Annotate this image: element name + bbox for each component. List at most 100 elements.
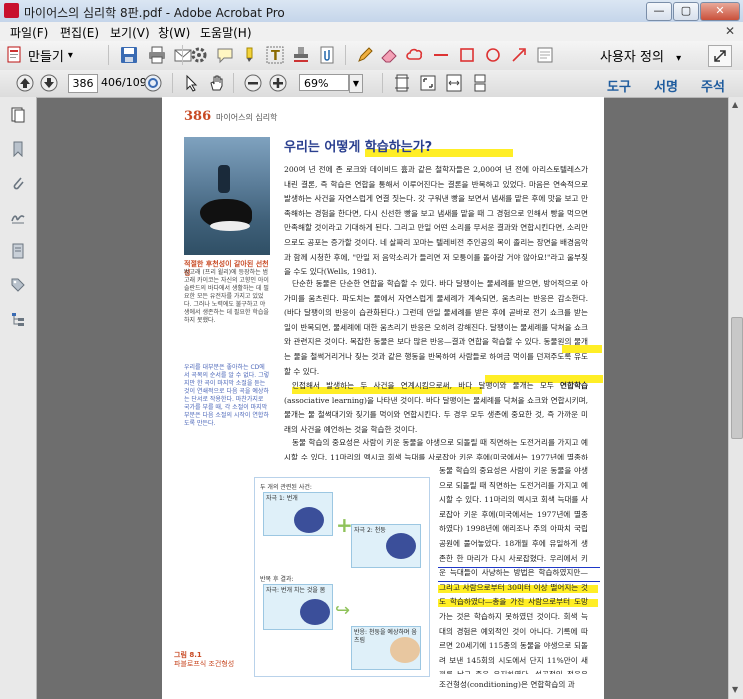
bookmark-icon[interactable]	[10, 141, 26, 157]
page-number-input[interactable]: 386	[68, 74, 98, 93]
document-page: 386 마이어스의 심리학 적절한 후천성이 갈아된 선천성 범고래 (프리 윌…	[162, 97, 604, 699]
maximize-button[interactable]: ▢	[673, 2, 699, 21]
gear-icon	[191, 47, 207, 63]
tag-icon[interactable]	[10, 277, 26, 293]
cursor-icon	[186, 74, 198, 92]
menu-bar: 파일(F) 편집(E) 보기(V) 창(W) 도움말(H) ✕	[0, 22, 743, 42]
paragraph-4-top: 동물 학습의 중요성은 사람이 키운 동물을 야생으로 되돌릴 때 직면하는 도…	[284, 438, 588, 460]
create-button-label: 만들기	[28, 49, 64, 65]
stimulus-2-card: 자극 2: 천둥	[351, 524, 421, 568]
scrolling-mode-button[interactable]	[471, 74, 489, 92]
full-screen-button[interactable]	[419, 74, 437, 92]
tab-tools[interactable]: 도구	[607, 76, 631, 95]
blue-underline	[438, 567, 600, 568]
save-button[interactable]	[120, 46, 138, 64]
menu-help[interactable]: 도움말(H)	[200, 24, 252, 41]
zoom-in-button[interactable]	[269, 74, 287, 92]
layers-icon[interactable]	[10, 243, 26, 259]
acrobat-app-icon	[4, 3, 19, 18]
figure-8-1: 두 개의 관련된 사건: 자극 1: 번개 + 자극 2: 천둥 반복 후 결과…	[254, 477, 430, 677]
content-tree-icon[interactable]	[10, 311, 26, 327]
expand-icon	[714, 50, 726, 62]
article-title: 우리는 어떻게 학습하는가?	[284, 140, 433, 155]
paragraph-1: 200여 년 전에 존 로크와 데이비드 흄과 같은 철학자들은 2,000여 …	[284, 165, 588, 277]
create-pdf-icon	[7, 46, 21, 63]
pencil-button[interactable]	[356, 46, 374, 64]
scroll-down-icon[interactable]: ▼	[732, 685, 738, 694]
page-navigation-button[interactable]	[144, 74, 162, 92]
oval-icon	[486, 48, 500, 62]
user-defined-label: 사용자 정의	[600, 50, 664, 65]
oval-tool-button[interactable]	[484, 46, 502, 64]
create-button[interactable]: 만들기 ▾	[6, 44, 73, 66]
arrow-down-circle-icon	[40, 74, 58, 92]
rectangle-icon	[460, 48, 474, 62]
stamp-button[interactable]	[292, 46, 310, 64]
full-screen-icon	[420, 75, 436, 91]
photo-whale-belly	[210, 221, 250, 231]
hand-tool-button[interactable]	[208, 74, 226, 92]
print-button[interactable]	[148, 46, 166, 64]
photo-caption-body: 범고래 (프리 윌리)에 등장하는 범고래 카이코는 자신의 고향인 아이슬란드…	[184, 269, 269, 324]
attach-icon	[320, 46, 334, 64]
close-window-button[interactable]: ✕	[700, 2, 740, 21]
menu-view[interactable]: 보기(V)	[110, 24, 150, 41]
next-page-button[interactable]	[40, 74, 58, 92]
figure-caption: 그림 8.1 파블로프식 조건형성	[174, 651, 234, 669]
add-text-button[interactable]: T	[266, 46, 284, 64]
attach-file-button[interactable]	[318, 46, 336, 64]
cloud-shape-button[interactable]	[406, 46, 424, 64]
rectangle-tool-button[interactable]	[458, 46, 476, 64]
page-thumbnails-icon[interactable]	[10, 107, 26, 123]
scrollbar-thumb[interactable]	[731, 317, 743, 439]
signature-icon[interactable]	[10, 209, 26, 225]
sticky-note-button[interactable]	[536, 46, 554, 64]
vertical-scrollbar[interactable]: ▲ ▼	[728, 97, 743, 699]
settings-button[interactable]	[190, 46, 208, 64]
zoom-level-input[interactable]: 69%	[299, 74, 349, 91]
arrow-tool-button[interactable]	[510, 46, 528, 64]
tab-comment[interactable]: 주석	[701, 76, 725, 95]
minimize-button[interactable]: —	[646, 2, 672, 21]
line-tool-button[interactable]	[432, 46, 450, 64]
attachment-icon[interactable]	[10, 175, 26, 191]
speech-bubble-icon	[217, 48, 233, 64]
previous-page-button[interactable]	[16, 74, 34, 92]
scroll-up-icon[interactable]: ▲	[732, 100, 738, 109]
paragraph-2: 단순한 동물은 단순한 연합을 학습할 수 있다. 바다 달팽이는 물세례를 받…	[284, 279, 588, 376]
fit-page-icon	[395, 74, 409, 92]
line-icon	[434, 54, 448, 56]
paragraph-5: 조건형성(conditioning)은 연합학습의 과	[439, 680, 575, 689]
margin-note: 우리를 대부분은 좋아하는 CD에서 곡목의 순서를 알 수 없다. 그렇지만 …	[184, 364, 270, 427]
eraser-button[interactable]	[380, 46, 398, 64]
text-t-icon: T	[266, 46, 284, 64]
figure-number: 그림 8.1	[174, 651, 202, 659]
user-defined-dropdown[interactable]: 사용자 정의 ▾	[600, 46, 681, 65]
orca-photo	[184, 137, 270, 255]
menu-edit[interactable]: 편집(E)	[60, 24, 99, 41]
toolbar-divider	[382, 73, 383, 93]
paragraph-3: 인접해서 발생하는 두 사건을 연계시킴으로써, 바다 달팽이와 물개는 모두 …	[284, 381, 588, 434]
toolbar-divider	[182, 45, 183, 65]
close-document-icon[interactable]: ✕	[725, 24, 735, 38]
chevron-down-icon: ▾	[67, 49, 73, 61]
result-stimulus-card: 자극: 번개 치는 것을 봄	[263, 584, 333, 630]
zoom-dropdown-button[interactable]: ▼	[349, 74, 363, 93]
fit-page-button[interactable]	[393, 74, 411, 92]
blue-underline	[438, 581, 600, 582]
toolbar-divider	[108, 45, 109, 65]
menu-window[interactable]: 창(W)	[158, 24, 190, 41]
comment-button[interactable]	[216, 46, 234, 64]
stimulus-1-card: 자극 1: 번개	[263, 492, 333, 536]
tab-sign[interactable]: 서명	[654, 76, 678, 95]
fit-width-button[interactable]	[445, 74, 463, 92]
result-stimulus-label: 자극: 번개 치는 것을 봄	[266, 587, 326, 594]
figure-heading: 두 개의 관련된 사건:	[260, 484, 312, 491]
thunder-cloud-icon	[386, 533, 416, 559]
select-tool-button[interactable]	[183, 74, 201, 92]
arrow-up-circle-icon	[16, 74, 34, 92]
zoom-out-button[interactable]	[244, 74, 262, 92]
highlight-text-button[interactable]	[240, 46, 258, 64]
expand-button[interactable]	[708, 45, 732, 67]
menu-file[interactable]: 파일(F)	[10, 24, 48, 41]
